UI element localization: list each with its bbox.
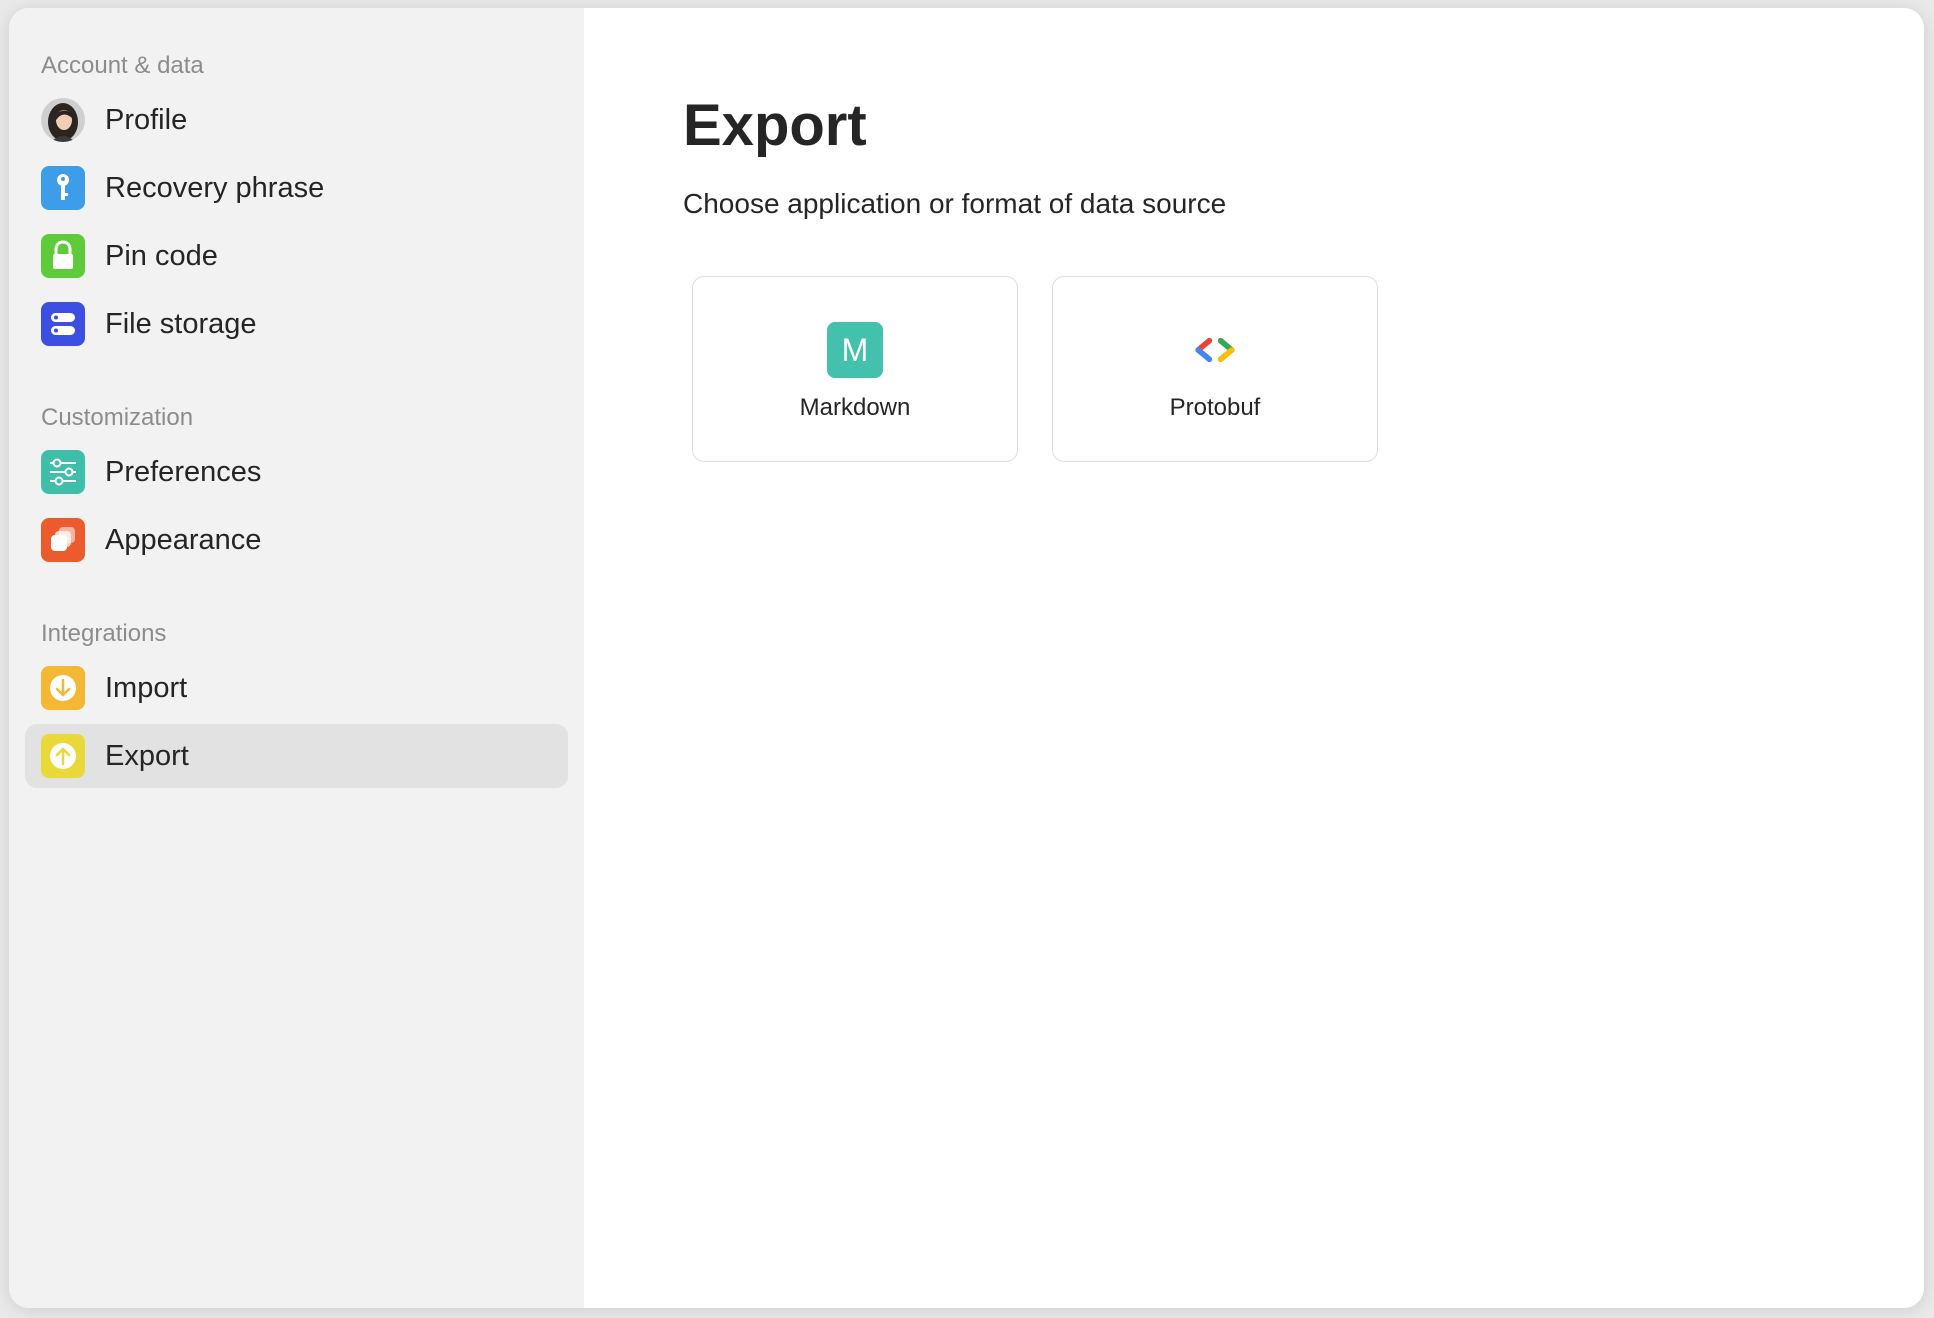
export-option-protobuf[interactable]: Protobuf [1052, 276, 1378, 462]
key-icon [41, 166, 85, 210]
sidebar-item-label: Export [105, 739, 189, 772]
sidebar-item-recovery-phrase[interactable]: Recovery phrase [25, 156, 568, 220]
storage-icon [41, 302, 85, 346]
markdown-icon: M [827, 322, 883, 378]
sidebar-item-label: Appearance [105, 523, 262, 556]
avatar-icon [41, 98, 85, 142]
sidebar: Account & data Profile Recovery phrase P… [9, 8, 584, 1308]
sidebar-item-label: File storage [105, 307, 257, 340]
sidebar-item-label: Recovery phrase [105, 171, 325, 204]
sidebar-item-label: Preferences [105, 455, 262, 488]
upload-icon [41, 734, 85, 778]
lock-icon [41, 234, 85, 278]
section-label-integrations: Integrations [41, 620, 167, 647]
export-option-markdown[interactable]: M Markdown [692, 276, 1018, 462]
sidebar-item-appearance[interactable]: Appearance [25, 508, 568, 572]
sidebar-item-export[interactable]: Export [25, 724, 568, 788]
card-label: Markdown [799, 394, 911, 421]
sliders-icon [41, 450, 85, 494]
appearance-icon [41, 518, 85, 562]
sidebar-item-profile[interactable]: Profile [25, 88, 568, 152]
sidebar-item-import[interactable]: Import [25, 656, 568, 720]
section-label-account: Account & data [41, 52, 204, 79]
sidebar-item-label: Pin code [105, 239, 218, 272]
sidebar-item-preferences[interactable]: Preferences [25, 440, 568, 504]
page-title: Export [683, 93, 867, 158]
protobuf-icon [1187, 322, 1243, 378]
markdown-icon-letter: M [827, 322, 883, 378]
card-label: Protobuf [1169, 394, 1261, 421]
sidebar-item-label: Import [105, 671, 188, 704]
sidebar-item-file-storage[interactable]: File storage [25, 292, 568, 356]
section-label-customization: Customization [41, 404, 194, 431]
sidebar-item-pin-code[interactable]: Pin code [25, 224, 568, 288]
download-icon [41, 666, 85, 710]
page-subtitle: Choose application or format of data sou… [683, 188, 1227, 219]
sidebar-item-label: Profile [105, 103, 188, 136]
